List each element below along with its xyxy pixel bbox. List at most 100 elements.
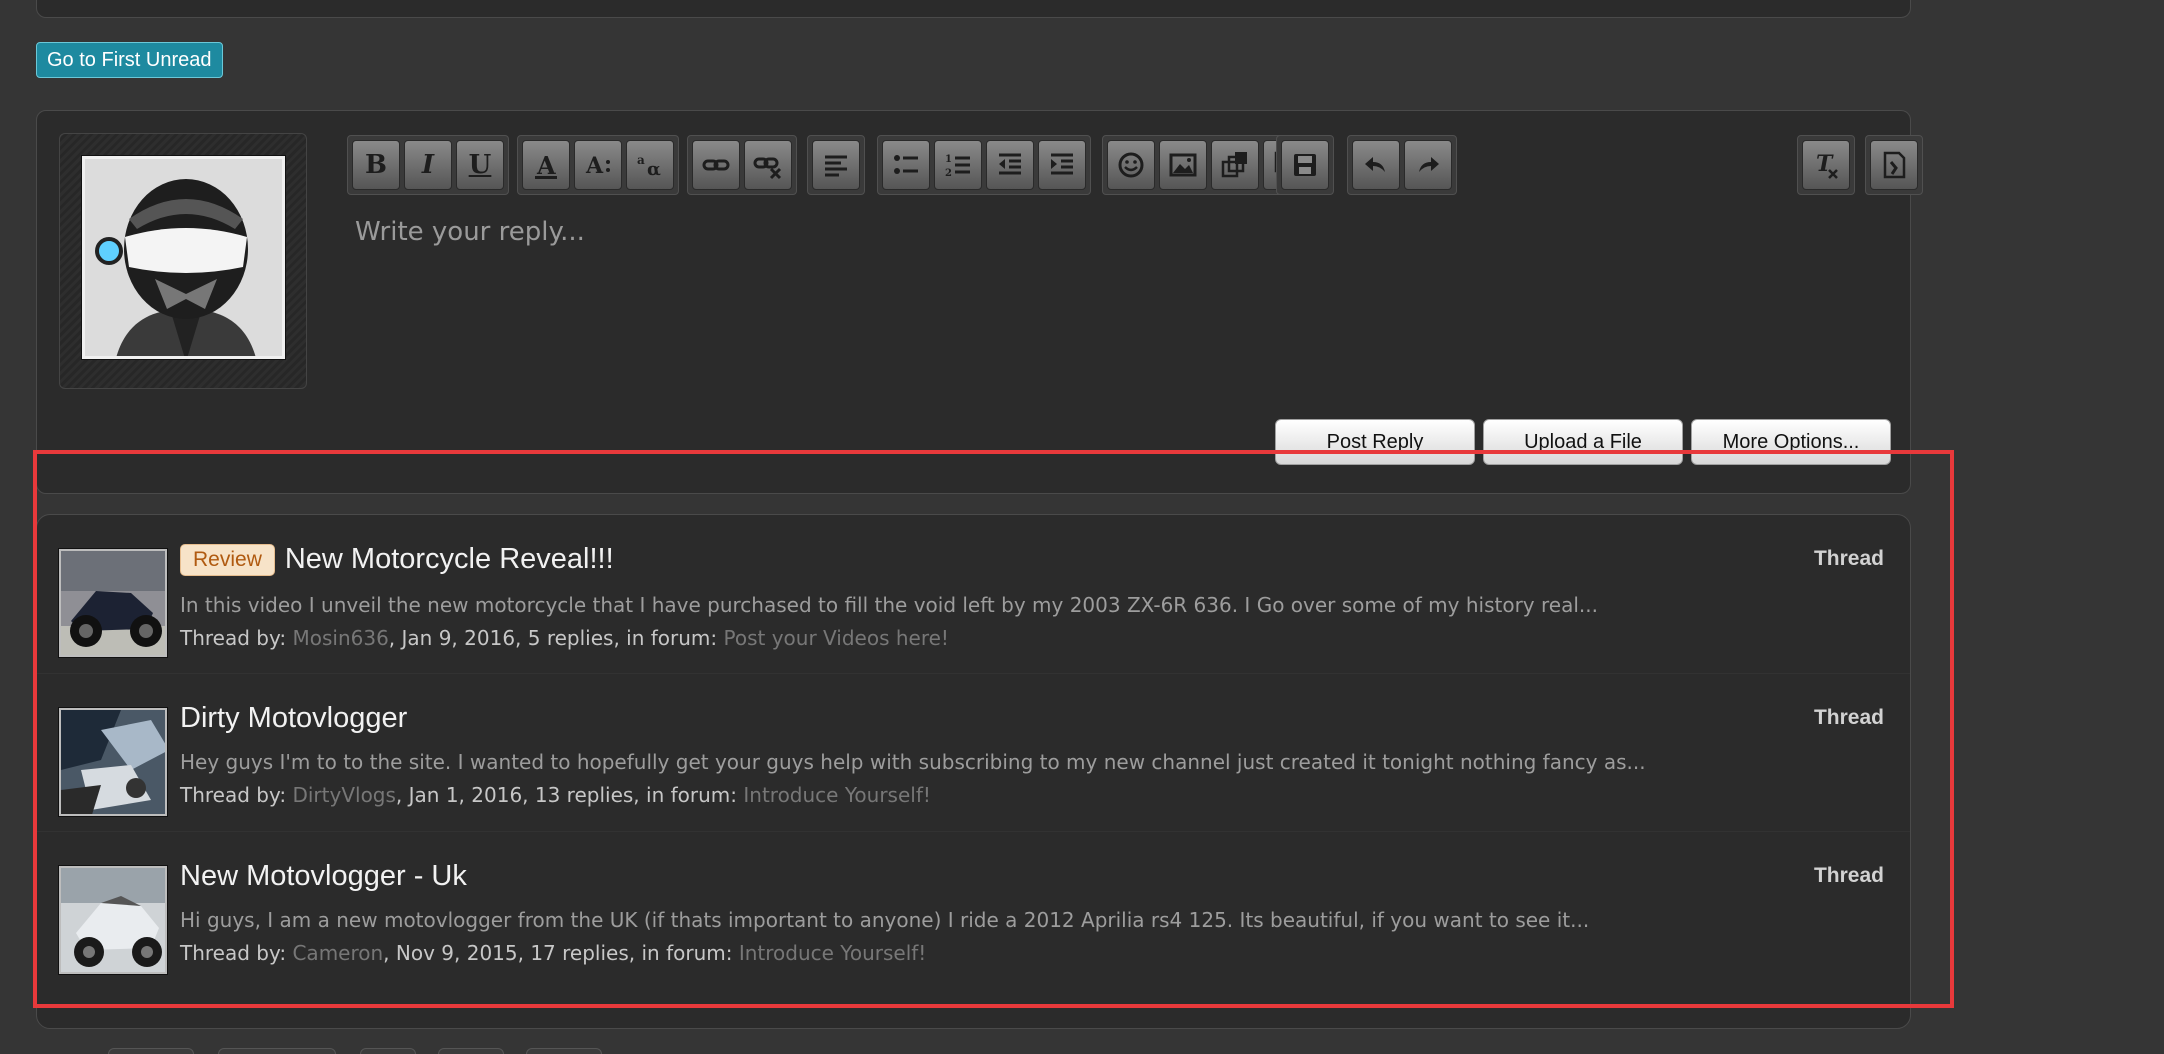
svg-text:1: 1 [945,154,952,165]
thread-snippet: Hi guys, I am a new motovlogger from the… [180,908,1590,932]
font-color-icon: A [535,151,557,180]
italic-button[interactable]: I [404,140,452,190]
svg-text:A: A [536,151,556,180]
meta-label: Thread by: [180,941,293,965]
thread-thumbnail[interactable] [58,865,168,975]
more-options-button[interactable]: More Options... [1691,419,1891,465]
review-prefix-badge[interactable]: Review [180,543,275,576]
thread-author-link[interactable]: Cameron [292,941,383,965]
thread-item: New Motovlogger - Uk Hi guys, I am a new… [37,831,1910,975]
bullet-list-icon [894,155,918,174]
underline-icon: U [468,150,492,180]
outdent-icon [999,153,1021,175]
link-icon [702,159,730,171]
bold-icon: B [365,150,387,180]
undo-icon [1365,157,1385,172]
underline-button[interactable]: U [456,140,504,190]
numbered-list-button[interactable]: 12 [934,140,982,190]
font-color-button[interactable]: A [522,140,570,190]
thread-forum-link[interactable]: Introduce Yourself! [743,783,931,807]
thread-title-link[interactable]: New Motorcycle Reveal!!! [285,543,614,576]
indent-icon [1051,153,1073,175]
source-code-icon [1883,151,1906,179]
bold-button[interactable]: B [352,140,400,190]
avatar-frame [59,133,307,389]
similar-threads-panel: Review New Motorcycle Reveal!!! In this … [36,514,1911,1029]
meta-details: , Jan 9, 2016, 5 replies, in forum: [388,626,724,650]
font-family-button[interactable]: aα [626,140,674,190]
numbered-list-icon: 12 [945,154,970,179]
align-left-icon [825,155,847,177]
previous-panel-edge [36,0,1911,18]
save-draft-button[interactable] [1281,140,1329,190]
thread-thumbnail[interactable] [58,707,168,817]
outdent-button[interactable] [986,140,1034,190]
smilies-button[interactable] [1107,140,1155,190]
align-button[interactable] [812,140,860,190]
svg-text:α: α [647,159,661,180]
list-group: 12 [877,135,1091,195]
svg-text:a: a [637,153,645,167]
svg-text:A: A [585,153,604,179]
thread-forum-link[interactable]: Introduce Yourself! [739,941,927,965]
redo-button[interactable] [1404,140,1452,190]
insert-link-button[interactable] [692,140,740,190]
thread-author-link[interactable]: Mosin636 [292,626,388,650]
helmet-avatar-icon [85,159,282,356]
insert-image-button[interactable] [1159,140,1207,190]
toggle-bbcode-button[interactable] [1870,140,1918,190]
bullet-list-button[interactable] [882,140,930,190]
thread-snippet: In this video I unveil the new motorcycl… [180,593,1598,617]
quick-reply-panel: B I U A A aα 1 2 T Write your reply... P… [36,110,1923,494]
thread-meta: Thread by: DirtyVlogs, Jan 1, 2016, 13 r… [180,783,931,807]
motorcycle-photo-icon [61,551,165,655]
share-button-stub[interactable] [526,1048,602,1054]
motorcycle-photo-icon [61,868,165,972]
thread-meta: Thread by: Cameron, Nov 9, 2015, 17 repl… [180,941,926,965]
share-button-stub[interactable] [218,1048,336,1054]
post-reply-button[interactable]: Post Reply [1275,419,1475,465]
thread-type-label: Thread [1813,706,1884,729]
font-size-icon: A [585,153,610,179]
thread-item: Review New Motorcycle Reveal!!! In this … [37,515,1910,659]
thread-type-label: Thread [1813,864,1884,887]
thread-item: Dirty Motovlogger Hey guys I'm to to the… [37,673,1910,817]
thread-snippet: Hey guys I'm to to the site. I wanted to… [180,750,1646,774]
motorcycle-photo-icon [61,710,165,814]
upload-file-button[interactable]: Upload a File [1483,419,1683,465]
bbcode-group [1865,135,1923,195]
remove-formatting-icon: T [1816,151,1838,179]
text-style-group: B I U [347,135,509,195]
redo-icon [1419,157,1439,172]
font-size-button[interactable]: A [574,140,622,190]
share-button-stub[interactable] [108,1048,194,1054]
thread-title-link[interactable]: Dirty Motovlogger [180,702,407,735]
thread-meta: Thread by: Mosin636, Jan 9, 2016, 5 repl… [180,626,949,650]
smiley-icon [1118,152,1144,178]
reply-textarea[interactable] [347,209,1887,399]
font-group: A A aα [517,135,679,195]
thread-title-row: Review New Motorcycle Reveal!!! [180,543,614,576]
meta-label: Thread by: [180,783,293,807]
thread-title-link[interactable]: New Motovlogger - Uk [180,860,467,893]
history-group [1347,135,1457,195]
align-group [807,135,865,195]
share-button-stub[interactable] [360,1048,416,1054]
draft-group [1276,135,1334,195]
indent-button[interactable] [1038,140,1086,190]
thread-forum-link[interactable]: Post your Videos here! [724,626,949,650]
avatar[interactable] [81,155,286,360]
thread-author-link[interactable]: DirtyVlogs [292,783,395,807]
go-to-first-unread-button[interactable]: Go to First Unread [36,42,223,78]
media-icon [1221,152,1247,178]
thread-title-row: Dirty Motovlogger [180,702,407,735]
share-button-stub[interactable] [438,1048,504,1054]
undo-button[interactable] [1352,140,1400,190]
meta-label: Thread by: [180,626,293,650]
image-icon [1169,153,1197,177]
insert-media-button[interactable] [1211,140,1259,190]
remove-formatting-button[interactable]: T [1802,140,1850,190]
font-family-icon: aα [637,153,661,180]
thread-thumbnail[interactable] [58,548,168,658]
unlink-button[interactable] [744,140,792,190]
